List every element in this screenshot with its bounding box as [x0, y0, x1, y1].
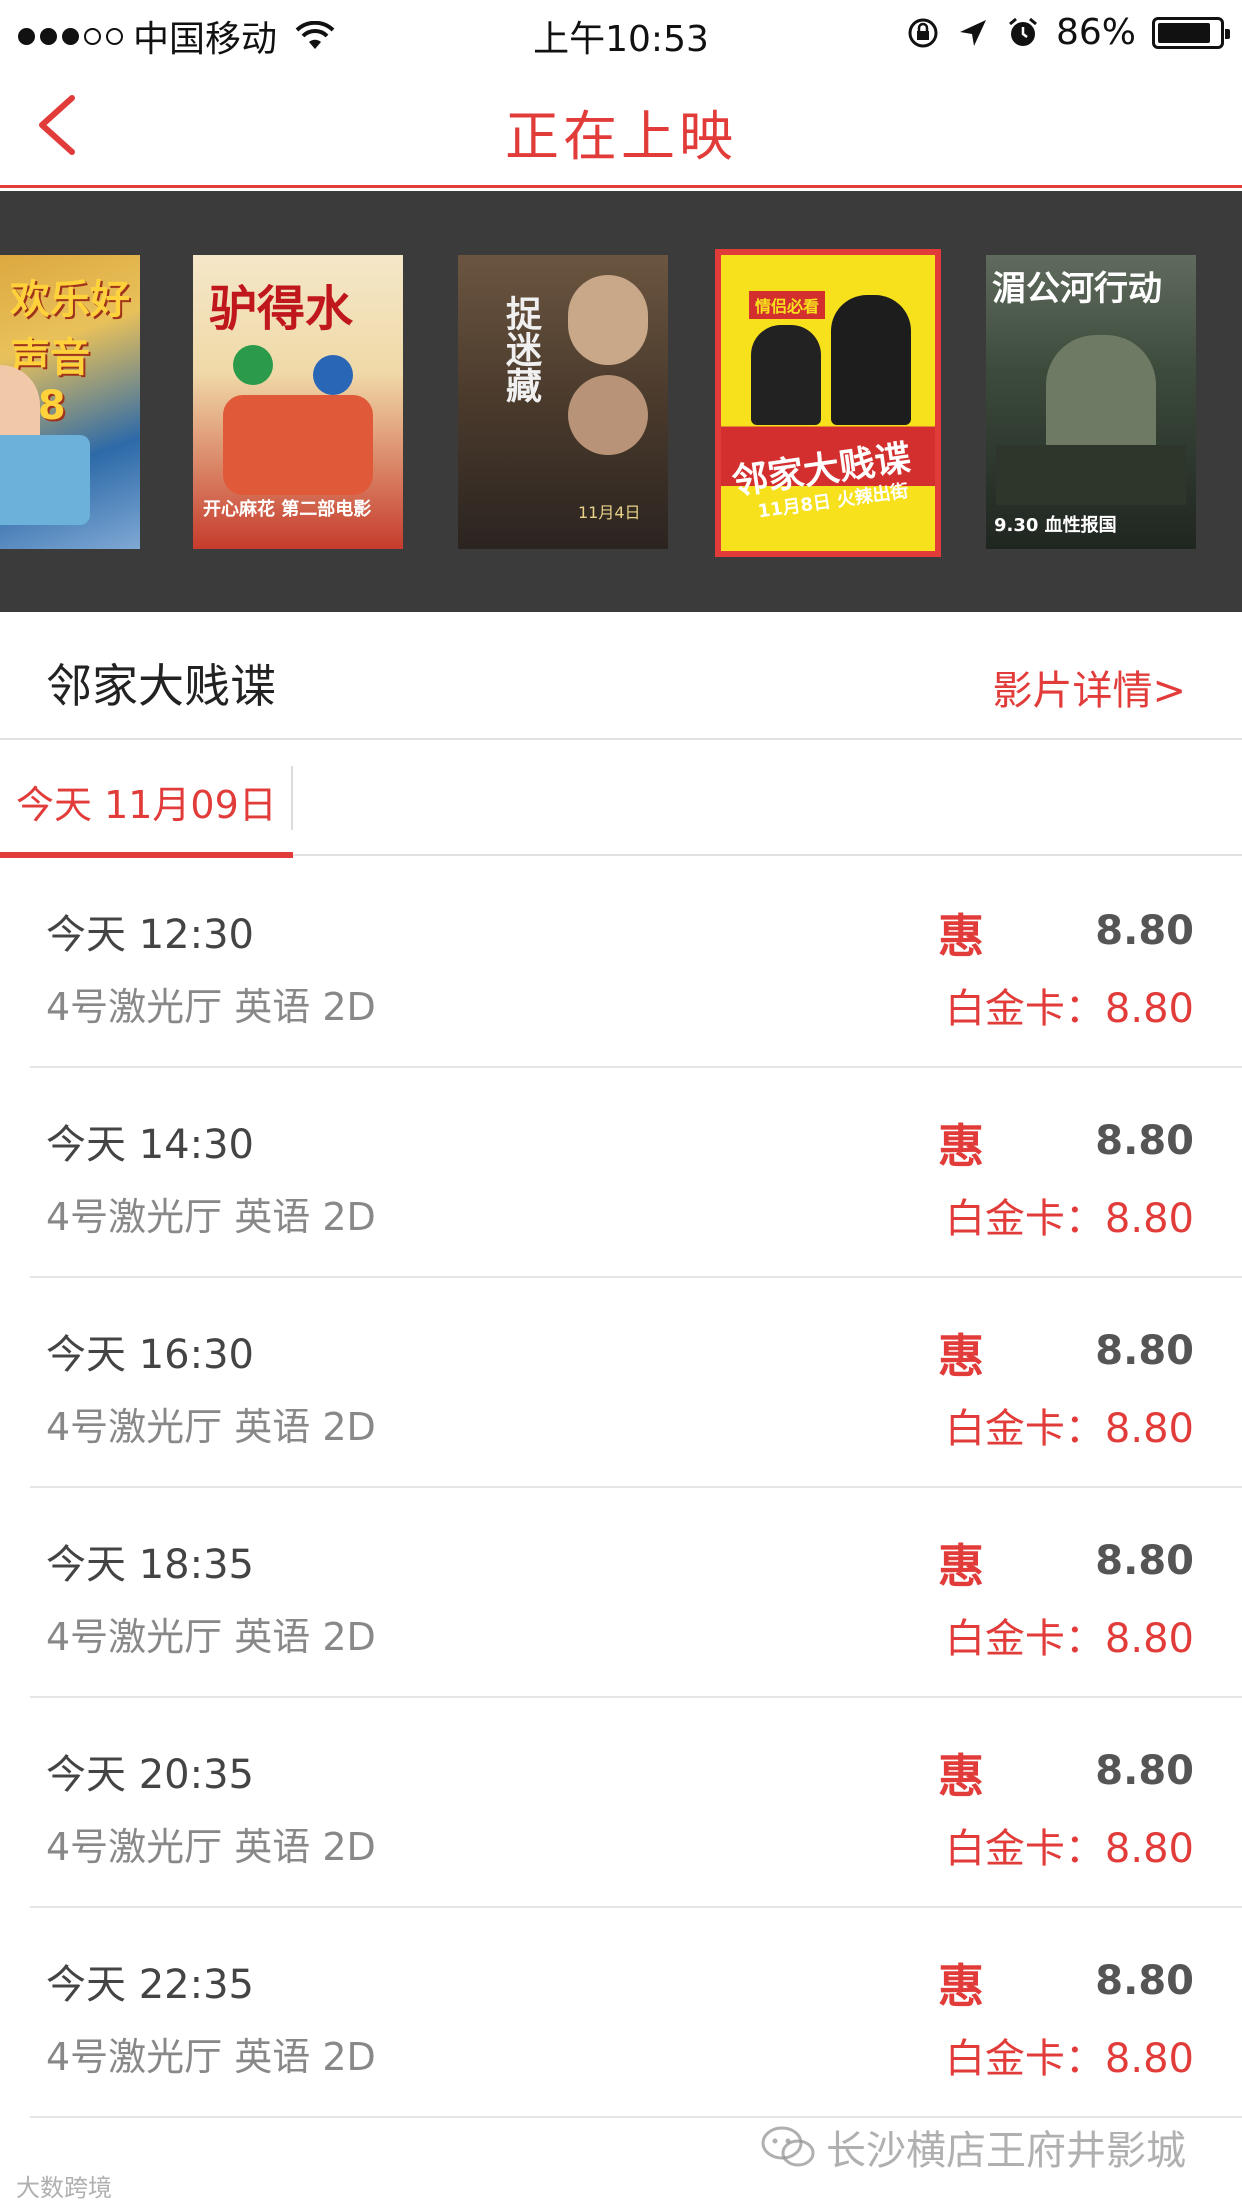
discount-badge: 惠: [938, 1329, 984, 1383]
tab-divider: [291, 766, 293, 830]
discount-badge: 惠: [938, 1539, 984, 1593]
showtime-row[interactable]: 今天 20:35 4号激光厅 英语 2D 惠 8.80 白金卡：8.80: [30, 1698, 1242, 1908]
poster-title: 捉迷藏: [500, 295, 541, 403]
poster-item[interactable]: 湄公河行动 9.30 血性报国: [986, 255, 1196, 549]
showtime-row[interactable]: 今天 18:35 4号激光厅 英语 2D 惠 8.80 白金卡：8.80: [30, 1488, 1242, 1698]
alarm-clock-icon: [1009, 17, 1037, 46]
battery-icon: [1152, 16, 1230, 49]
showtime-time: 今天 14:30: [46, 1122, 254, 1168]
ticket-price: 8.80: [1095, 1538, 1194, 1584]
showtime-time: 今天 22:35: [46, 1962, 254, 2008]
page-title: 正在上映: [505, 105, 737, 168]
showtime-row[interactable]: 今天 16:30 4号激光厅 英语 2D 惠 8.80 白金卡：8.80: [30, 1278, 1242, 1488]
showtime-list: 今天 12:30 4号激光厅 英语 2D 惠 8.80 白金卡：8.80 今天 …: [0, 858, 1242, 2118]
showtime-time: 今天 18:35: [46, 1542, 254, 1588]
watermark-text: 长沙横店王府井影城: [826, 2128, 1186, 2174]
showtime-hall: 4号激光厅 英语 2D: [46, 1195, 376, 1239]
poster-caption: 9.30 血性报国: [994, 515, 1117, 536]
showtime-hall: 4号激光厅 英语 2D: [46, 1615, 376, 1659]
showtime-hall: 4号激光厅 英语 2D: [46, 1825, 376, 1869]
date-tabs: 今天 11月09日: [0, 740, 1242, 858]
poster-item[interactable]: 捉迷藏 11月4日: [458, 255, 668, 549]
showtime-row[interactable]: 今天 12:30 4号激光厅 英语 2D 惠 8.80 白金卡：8.80: [30, 858, 1242, 1068]
showtime-row[interactable]: 今天 22:35 4号激光厅 英语 2D 惠 8.80 白金卡：8.80: [30, 1908, 1242, 2118]
discount-badge: 惠: [938, 1749, 984, 1803]
wechat-watermark: 长沙横店王府井影城: [760, 2118, 1186, 2176]
poster-tag: 情侣必看: [749, 291, 826, 319]
status-bar: 中国移动 上午10:53 86%: [0, 0, 1242, 62]
nav-bar: 正在上映: [0, 62, 1242, 188]
battery-percent: 86%: [1055, 12, 1136, 53]
ticket-price: 8.80: [1095, 1958, 1194, 2004]
showtime-hall: 4号激光厅 英语 2D: [46, 2035, 376, 2079]
platinum-card-price: 白金卡：8.80: [944, 1616, 1194, 1662]
rotation-lock-icon: [908, 18, 938, 47]
discount-badge: 惠: [938, 1959, 984, 2013]
platinum-card-price: 白金卡：8.80: [944, 1826, 1194, 1872]
wechat-icon: [761, 2126, 815, 2167]
platinum-card-price: 白金卡：8.80: [944, 1196, 1194, 1242]
status-right: 86%: [906, 12, 1230, 53]
showtime-time: 今天 12:30: [46, 912, 254, 958]
showtime-hall: 4号激光厅 英语 2D: [46, 1405, 376, 1449]
poster-caption: 11月4日: [578, 503, 641, 522]
poster-title: 湄公河行动: [992, 269, 1162, 309]
ticket-price: 8.80: [1095, 1118, 1194, 1164]
date-tab-label: 今天 11月09日: [16, 783, 277, 827]
poster-item[interactable]: 欢乐好声音28: [0, 255, 140, 549]
movie-detail-link[interactable]: 影片详情>: [992, 658, 1186, 716]
showtime-time: 今天 16:30: [46, 1332, 254, 1378]
ticket-price: 8.80: [1095, 1328, 1194, 1374]
discount-badge: 惠: [938, 1119, 984, 1173]
platinum-card-price: 白金卡：8.80: [944, 2036, 1194, 2082]
poster-item[interactable]: 驴得水 开心麻花 第二部电影: [193, 255, 403, 549]
movie-title: 邻家大贱谍: [46, 659, 276, 713]
platinum-card-price: 白金卡：8.80: [944, 1406, 1194, 1452]
platinum-card-price: 白金卡：8.80: [944, 986, 1194, 1032]
ticket-price: 8.80: [1095, 908, 1194, 954]
ticket-price: 8.80: [1095, 1748, 1194, 1794]
showtime-time: 今天 20:35: [46, 1752, 254, 1798]
poster-caption: 开心麻花 第二部电影: [203, 499, 372, 520]
showtime-row[interactable]: 今天 14:30 4号激光厅 英语 2D 惠 8.80 白金卡：8.80: [30, 1068, 1242, 1278]
poster-title: 驴得水: [209, 281, 354, 337]
poster-item-selected[interactable]: 情侣必看 邻家大贱谍 11月8日 火辣出街: [715, 249, 941, 557]
date-tab-today[interactable]: 今天 11月09日: [0, 740, 293, 858]
showtime-hall: 4号激光厅 英语 2D: [46, 985, 376, 1029]
corner-watermark: 大数跨境: [16, 2174, 112, 2202]
discount-badge: 惠: [938, 909, 984, 963]
movie-header: 邻家大贱谍 影片详情>: [0, 612, 1242, 740]
poster-carousel[interactable]: 欢乐好声音28 驴得水 开心麻花 第二部电影 捉迷藏 11月4日 情侣必看 邻家…: [0, 191, 1242, 612]
location-arrow-icon: [959, 19, 986, 46]
